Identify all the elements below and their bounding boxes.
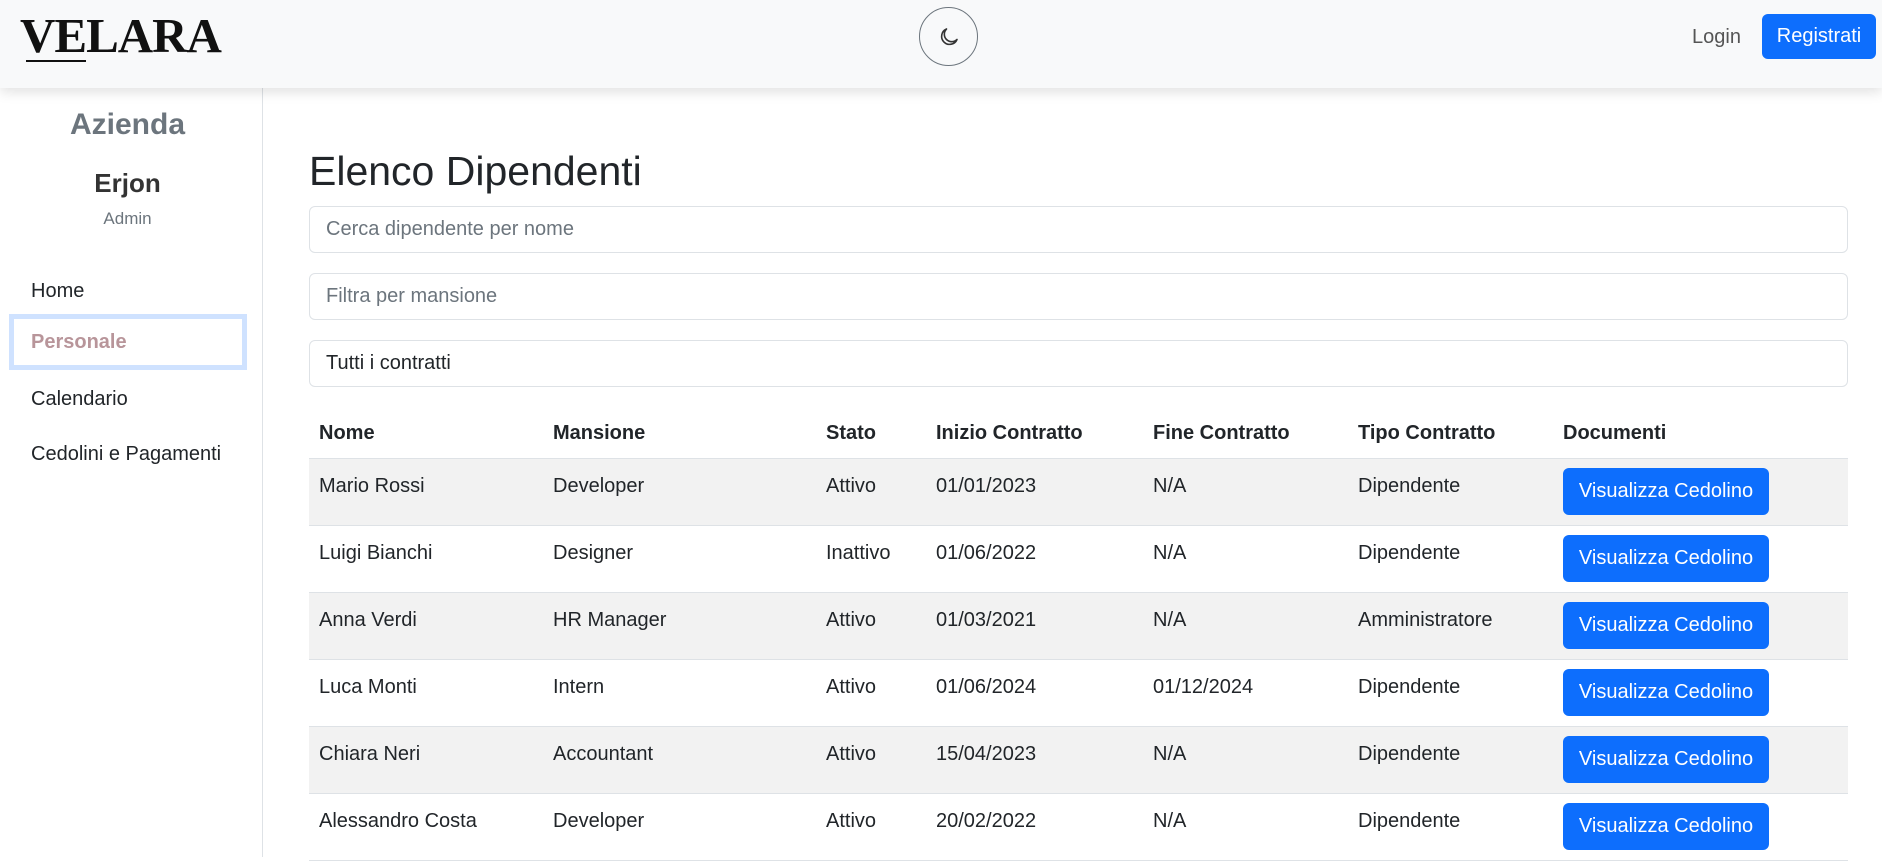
- cell-documenti: Visualizza Cedolino: [1553, 659, 1848, 727]
- header-inizio-contratto[interactable]: Inizio Contratto: [926, 408, 1143, 459]
- cell-tipo: Dipendente: [1348, 726, 1553, 794]
- cell-stato: Attivo: [816, 458, 926, 526]
- cell-documenti: Visualizza Cedolino: [1553, 793, 1848, 861]
- contract-select-value: Tutti i contratti: [326, 352, 451, 374]
- cell-documenti: Visualizza Cedolino: [1553, 525, 1848, 593]
- moon-icon: [940, 27, 958, 45]
- cell-inizio: 01/01/2023: [926, 458, 1143, 526]
- page-title: Elenco Dipendenti: [309, 148, 642, 194]
- table-row: Luigi Bianchi Designer Inattivo 01/06/20…: [309, 525, 1848, 593]
- cell-mansione: Designer: [543, 525, 816, 593]
- velara-logo[interactable]: VELARA: [20, 11, 222, 60]
- view-payslip-button[interactable]: Visualizza Cedolino: [1563, 535, 1769, 582]
- cell-mansione: Developer: [543, 793, 816, 861]
- register-button[interactable]: Registrati: [1762, 14, 1876, 59]
- cell-fine: N/A: [1143, 793, 1348, 861]
- table-row: Luca Monti Intern Attivo 01/06/2024 01/1…: [309, 659, 1848, 727]
- contract-type-select[interactable]: Tutti i contratti: [309, 340, 1848, 387]
- role-filter-input[interactable]: [309, 273, 1848, 320]
- cell-fine: N/A: [1143, 726, 1348, 794]
- cell-inizio: 20/02/2022: [926, 793, 1143, 861]
- sidebar-item-personale[interactable]: Personale: [9, 314, 247, 370]
- user-name: Erjon: [94, 168, 161, 198]
- cell-documenti: Visualizza Cedolino: [1553, 726, 1848, 794]
- view-payslip-button[interactable]: Visualizza Cedolino: [1563, 803, 1769, 850]
- cell-tipo: Dipendente: [1348, 525, 1553, 593]
- cell-inizio: 01/06/2024: [926, 659, 1143, 727]
- company-name: Azienda: [69, 108, 186, 141]
- header-nome[interactable]: Nome: [309, 408, 543, 459]
- search-input[interactable]: [309, 206, 1848, 253]
- user-role: Admin: [103, 209, 152, 228]
- cell-fine: 01/12/2024: [1143, 659, 1348, 727]
- view-payslip-button[interactable]: Visualizza Cedolino: [1563, 736, 1769, 783]
- cell-tipo: Amministratore: [1348, 592, 1553, 660]
- header-stato[interactable]: Stato: [816, 408, 926, 459]
- cell-tipo: Dipendente: [1348, 458, 1553, 526]
- cell-nome: Anna Verdi: [309, 592, 543, 660]
- cell-nome: Mario Rossi: [309, 458, 543, 526]
- top-navbar: VELARA Login Registrati: [0, 0, 1882, 88]
- view-payslip-button[interactable]: Visualizza Cedolino: [1563, 468, 1769, 515]
- table-row: Chiara Neri Accountant Attivo 15/04/2023…: [309, 726, 1848, 794]
- cell-stato: Attivo: [816, 592, 926, 660]
- cell-tipo: Dipendente: [1348, 793, 1553, 861]
- cell-fine: N/A: [1143, 592, 1348, 660]
- cell-stato: Attivo: [816, 659, 926, 727]
- table-header-row: Nome Mansione Stato Inizio Contratto Fin…: [309, 408, 1848, 459]
- sidebar: Azienda Erjon Admin Home Personale Calen…: [0, 88, 263, 857]
- employee-table: Nome Mansione Stato Inizio Contratto Fin…: [309, 408, 1848, 861]
- sidebar-item-home[interactable]: Home: [9, 263, 247, 319]
- cell-mansione: HR Manager: [543, 592, 816, 660]
- table-row: Mario Rossi Developer Attivo 01/01/2023 …: [309, 458, 1848, 526]
- cell-stato: Attivo: [816, 726, 926, 794]
- cell-inizio: 01/06/2022: [926, 525, 1143, 593]
- view-payslip-button[interactable]: Visualizza Cedolino: [1563, 669, 1769, 716]
- header-tipo-contratto[interactable]: Tipo Contratto: [1348, 408, 1553, 459]
- sidebar-item-cedolini[interactable]: Cedolini e Pagamenti: [9, 426, 247, 482]
- cell-fine: N/A: [1143, 458, 1348, 526]
- view-payslip-button[interactable]: Visualizza Cedolino: [1563, 602, 1769, 649]
- cell-documenti: Visualizza Cedolino: [1553, 458, 1848, 526]
- theme-toggle-button[interactable]: [919, 7, 978, 66]
- cell-fine: N/A: [1143, 525, 1348, 593]
- cell-nome: Luca Monti: [309, 659, 543, 727]
- logo-underline: [26, 60, 86, 62]
- cell-documenti: Visualizza Cedolino: [1553, 592, 1848, 660]
- cell-mansione: Intern: [543, 659, 816, 727]
- table-row: Anna Verdi HR Manager Attivo 01/03/2021 …: [309, 592, 1848, 660]
- cell-mansione: Developer: [543, 458, 816, 526]
- cell-nome: Chiara Neri: [309, 726, 543, 794]
- cell-stato: Inattivo: [816, 525, 926, 593]
- header-fine-contratto[interactable]: Fine Contratto: [1143, 408, 1348, 459]
- cell-inizio: 15/04/2023: [926, 726, 1143, 794]
- cell-inizio: 01/03/2021: [926, 592, 1143, 660]
- cell-nome: Alessandro Costa: [309, 793, 543, 861]
- cell-stato: Attivo: [816, 793, 926, 861]
- cell-nome: Luigi Bianchi: [309, 525, 543, 593]
- header-mansione[interactable]: Mansione: [543, 408, 816, 459]
- table-row: Alessandro Costa Developer Attivo 20/02/…: [309, 793, 1848, 861]
- sidebar-item-calendario[interactable]: Calendario: [9, 371, 247, 427]
- cell-mansione: Accountant: [543, 726, 816, 794]
- login-link[interactable]: Login: [1692, 26, 1741, 49]
- cell-tipo: Dipendente: [1348, 659, 1553, 727]
- header-documenti[interactable]: Documenti: [1553, 408, 1848, 459]
